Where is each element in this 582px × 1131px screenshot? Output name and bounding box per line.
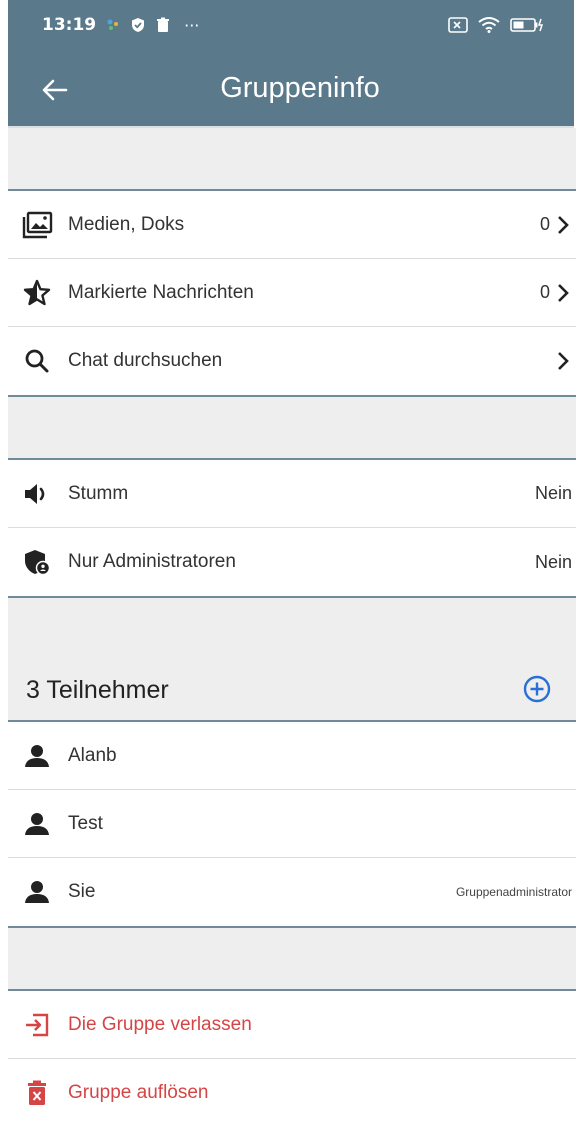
participants-count-heading: 3 Teilnehmer: [26, 676, 169, 704]
participant-row[interactable]: Sie Gruppenadministrator: [8, 858, 576, 926]
assistant-icon: [107, 19, 119, 30]
person-icon: [20, 875, 54, 909]
back-arrow-icon[interactable]: [38, 73, 72, 107]
section-separator: [8, 395, 576, 460]
status-bar: 13:19 ···: [8, 0, 574, 50]
chevron-right-icon: [558, 283, 569, 302]
shield-check-icon: [132, 18, 145, 32]
star-icon: [20, 276, 54, 310]
mute-value: Nein: [534, 483, 572, 503]
status-system-icons: [448, 17, 544, 33]
more-status-dots: ···: [184, 15, 200, 35]
leave-group-label: Die Gruppe verlassen: [68, 1013, 252, 1035]
participant-row[interactable]: Alanb: [8, 722, 576, 790]
speaker-icon: [20, 477, 54, 511]
trash-icon: [20, 1076, 54, 1110]
person-icon: [20, 807, 54, 841]
row-search-chat[interactable]: Chat durchsuchen: [8, 327, 576, 395]
participant-name: Test: [68, 812, 103, 834]
row-admins-only[interactable]: Nur Administratoren Nein: [8, 528, 576, 596]
wifi-icon: [478, 17, 500, 33]
admins-value: Nein: [534, 551, 572, 572]
chevron-right-icon: [558, 352, 569, 370]
app-bar: Gruppeninfo: [8, 50, 574, 128]
row-admins-label: Nur Administratoren: [68, 551, 236, 572]
participants-header: 3 Teilnehmer: [8, 596, 576, 722]
participant-row[interactable]: Test: [8, 790, 576, 858]
row-media-docs-label: Medien, Doks: [68, 213, 185, 235]
page-title: Gruppeninfo: [220, 71, 380, 104]
row-starred-messages[interactable]: Markierte Nachrichten 0: [8, 259, 576, 327]
dissolve-group-button[interactable]: Gruppe auflösen: [8, 1059, 576, 1127]
sim-icon: [448, 17, 468, 33]
row-mute-label: Stumm: [68, 482, 129, 504]
section-separator: [8, 926, 576, 991]
trash-status-icon: [157, 17, 170, 32]
person-icon: [20, 739, 54, 773]
admin-shield-icon: [20, 545, 54, 579]
starred-count: 0: [539, 282, 550, 302]
media-count: 0: [539, 214, 550, 234]
search-icon: [20, 344, 54, 378]
leave-group-button[interactable]: Die Gruppe verlassen: [8, 991, 576, 1059]
participant-name: Alanb: [68, 744, 117, 766]
dissolve-group-label: Gruppe auflösen: [68, 1082, 209, 1103]
row-search-label: Chat durchsuchen: [68, 350, 223, 371]
status-notification-icons: ···: [106, 16, 199, 35]
group-info-content: Medien, Doks 0 Markierte Nachrichten 0 C…: [8, 128, 576, 1127]
row-media-docs[interactable]: Medien, Doks 0: [8, 191, 576, 259]
row-starred-label: Markierte Nachrichten: [68, 281, 254, 303]
add-participant-icon[interactable]: [522, 674, 552, 704]
battery-charging-icon: [510, 18, 544, 32]
status-time: 13:19: [42, 15, 97, 35]
row-mute[interactable]: Stumm Nein: [8, 460, 576, 528]
leave-icon: [20, 1008, 54, 1042]
chevron-right-icon: [558, 215, 569, 234]
section-separator: [8, 128, 576, 191]
media-icon: [20, 208, 54, 242]
participant-role-badge: Gruppenadministrator: [455, 885, 572, 899]
participant-name: Sie: [68, 881, 96, 902]
